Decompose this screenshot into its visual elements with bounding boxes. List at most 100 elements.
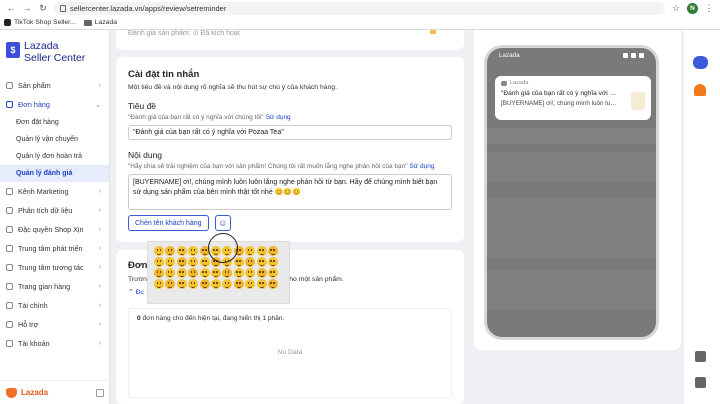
orders-icon — [6, 101, 13, 108]
edit-icon[interactable] — [692, 374, 708, 390]
blurred-content — [487, 128, 656, 144]
emoji-option[interactable] — [233, 268, 244, 278]
emoji-option[interactable] — [222, 268, 233, 278]
sidebar-item-privileges[interactable]: Đặc quyền Shop Xịn › — [0, 220, 109, 239]
insert-customer-name-button[interactable]: Chèn tên khách hàng — [128, 215, 209, 231]
emoji-option[interactable] — [176, 257, 187, 267]
sidebar-item-finance[interactable]: Tài chính › — [0, 296, 109, 315]
subject-input[interactable]: "Đánh giá của bạn rất có ý nghĩa với Poz… — [128, 125, 452, 140]
sidebar-item-engagement[interactable]: Trung tâm tương tác › — [0, 258, 109, 277]
emoji-option[interactable] — [256, 246, 267, 256]
lazada-heart-icon — [6, 387, 17, 398]
emoji-option[interactable] — [267, 246, 278, 256]
bookmark-tiktok[interactable]: TikTok Shop Seller... — [4, 19, 76, 26]
emoji-option[interactable] — [245, 268, 256, 278]
sidebar-item-products[interactable]: Sản phẩm › — [0, 76, 109, 95]
bookmark-lazada[interactable]: Lazada — [83, 19, 117, 26]
emoji-option[interactable] — [222, 279, 233, 289]
bookmarks-bar: TikTok Shop Seller... Lazada — [0, 16, 720, 29]
cursor-highlight — [208, 233, 238, 263]
chevron-right-icon: › — [98, 245, 101, 252]
chevron-right-icon: › — [98, 207, 101, 214]
emoji-option[interactable] — [199, 257, 210, 267]
use-subject-link[interactable]: Sử dụng — [266, 114, 291, 121]
emoji-option[interactable] — [245, 279, 256, 289]
emoji-button[interactable]: ☺ — [214, 215, 231, 231]
sidebar-item-account[interactable]: Tài khoản › — [0, 334, 109, 353]
emoji-option[interactable] — [245, 257, 256, 267]
lock-icon — [60, 4, 66, 12]
battery-icon — [639, 52, 644, 58]
emoji-option[interactable] — [245, 246, 256, 256]
chat-icon — [6, 264, 13, 271]
use-content-link[interactable]: Sử dụng — [410, 163, 435, 170]
subject-label: Tiêu đề — [128, 101, 157, 111]
store-icon — [6, 283, 13, 290]
emoji-option[interactable] — [188, 257, 199, 267]
emoji-option[interactable] — [176, 268, 187, 278]
content-label: Nội dung — [128, 150, 163, 160]
content-textarea[interactable]: [BUYERNAME] ơi!, chúng mình luôn luôn lắ… — [128, 174, 452, 210]
brand-subtitle: Seller Center — [24, 52, 86, 64]
emoji-option[interactable] — [210, 268, 221, 278]
sidebar-item-analytics[interactable]: Phân tích dữ liệu › — [0, 201, 109, 220]
orders-count: 0 đơn hàng cho đến hiện tại, đang hiển t… — [137, 315, 285, 322]
emoji-option[interactable] — [256, 257, 267, 267]
emoji-option[interactable] — [233, 279, 244, 289]
brand-logo[interactable]: $ Lazada Seller Center — [0, 30, 109, 72]
sidebar-item-growth[interactable]: Trung tâm phát triển › — [0, 239, 109, 258]
emoji-option[interactable] — [233, 257, 244, 267]
phone-preview: Lazada Lazada "Đánh giá của bạn rất có ý… — [484, 45, 659, 340]
emoji-option[interactable] — [154, 246, 164, 256]
menu-icon[interactable]: ⋮ — [704, 3, 714, 13]
forward-icon[interactable]: → — [22, 3, 32, 13]
back-icon[interactable]: ← — [6, 3, 16, 13]
emoji-option[interactable] — [165, 257, 176, 267]
sidebar-item-store[interactable]: Trang gian hàng › — [0, 277, 109, 296]
emoji-option[interactable] — [256, 279, 267, 289]
reload-icon[interactable]: ↻ — [38, 3, 48, 13]
emoji-option[interactable] — [188, 279, 199, 289]
collapse-sidebar-icon[interactable] — [96, 388, 104, 397]
sidebar-subitem-reviews[interactable]: Quản lý đánh giá — [0, 165, 109, 182]
emoji-option[interactable] — [267, 279, 278, 289]
chat-bubble-icon[interactable] — [692, 54, 708, 70]
star-icon — [430, 30, 436, 34]
emoji-option[interactable] — [165, 279, 176, 289]
emoji-option[interactable] — [267, 268, 278, 278]
emoji-option[interactable] — [267, 257, 278, 267]
settings-icon[interactable] — [692, 348, 708, 364]
sidebar-subitem-returns[interactable]: Quản lý đơn hoàn trả — [0, 148, 109, 165]
emoji-option[interactable] — [176, 279, 187, 289]
phone-carrier: Lazada — [499, 51, 520, 59]
sidebar-subitem-shipping[interactable]: Quản lý vận chuyển — [0, 131, 109, 148]
blurred-content — [487, 270, 656, 310]
profile-avatar[interactable]: N — [687, 2, 698, 14]
help-icon — [6, 321, 13, 328]
sidebar-subitem-orders-list[interactable]: Đơn đặt hàng — [0, 114, 109, 131]
emoji-option[interactable] — [154, 257, 164, 267]
emoji-option[interactable] — [256, 268, 267, 278]
emoji-option[interactable] — [154, 279, 164, 289]
emoji-option[interactable] — [188, 246, 199, 256]
product-thumbnail — [631, 92, 645, 110]
sidebar-item-orders[interactable]: Đơn hàng ⌄ — [0, 95, 109, 114]
emoji-option[interactable] — [176, 246, 187, 256]
sidebar-item-marketing[interactable]: Kênh Marketing › — [0, 182, 109, 201]
emoji-option[interactable] — [165, 246, 176, 256]
emoji-option[interactable] — [188, 268, 199, 278]
star-icon[interactable]: ☆ — [671, 3, 681, 13]
emoji-option[interactable] — [165, 268, 176, 278]
emoji-option[interactable] — [210, 279, 221, 289]
emoji-option[interactable] — [199, 268, 210, 278]
sidebar-item-support[interactable]: Hỗ trợ › — [0, 315, 109, 334]
no-data-text: No Data — [277, 349, 303, 356]
address-bar[interactable]: sellercenter.lazada.vn/apps/review/setre… — [54, 1, 665, 15]
notification-bell-icon[interactable] — [692, 82, 708, 98]
chevron-right-icon: › — [98, 283, 101, 290]
chevron-right-icon: › — [98, 82, 101, 89]
right-rail — [684, 30, 720, 404]
emoji-option[interactable] — [154, 268, 164, 278]
emoji-option[interactable] — [199, 279, 210, 289]
blurred-content — [487, 152, 656, 182]
